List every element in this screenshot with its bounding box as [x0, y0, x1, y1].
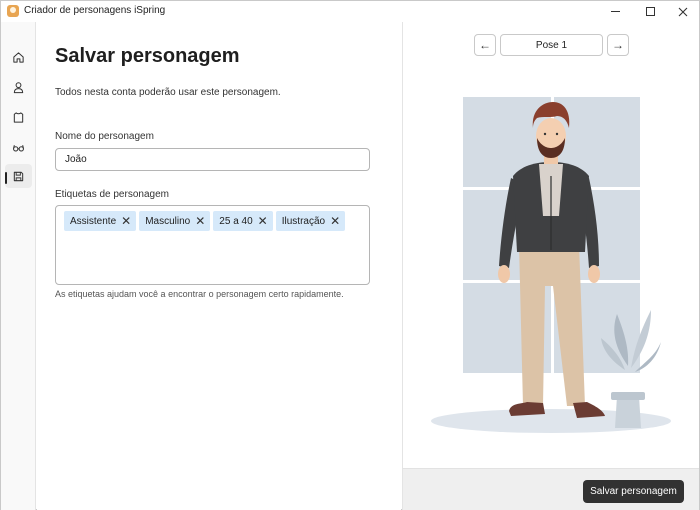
character-illustration: [431, 97, 671, 433]
right-hand: [588, 265, 600, 283]
right-shoe: [573, 402, 605, 418]
close-button[interactable]: [666, 1, 700, 22]
active-indicator: [5, 172, 7, 184]
window-title: Criador de personagens iSpring: [24, 5, 166, 16]
glasses-icon: [13, 144, 24, 152]
sidebar: [1, 22, 36, 510]
page-subtitle: Todos nesta conta poderão usar este pers…: [55, 87, 281, 98]
save-character-form: Salvar personagem Todos nesta conta pode…: [37, 22, 401, 510]
remove-tag-icon[interactable]: ✕: [121, 215, 131, 227]
tag-chip: Masculino ✕: [139, 211, 211, 231]
app-logo-icon: [7, 5, 19, 17]
character-preview-panel: ← Pose 1 →: [402, 22, 699, 468]
user-icon: [13, 81, 24, 93]
previous-pose-button[interactable]: ←: [474, 34, 496, 56]
pose-label: Pose 1: [500, 34, 603, 56]
tag-chip: Ilustração ✕: [275, 211, 346, 231]
sidebar-item-character[interactable]: [5, 75, 32, 99]
home-icon: [13, 51, 24, 63]
arrow-right-icon: →: [612, 38, 624, 52]
sidebar-item-clothing[interactable]: [5, 105, 32, 129]
minimize-icon: [610, 11, 620, 12]
tags-hint: As etiquetas ajudam você a encontrar o p…: [55, 289, 344, 299]
character-tags-input[interactable]: Assistente ✕ Masculino ✕ 25 a 40 ✕ Ilustração ✕: [55, 205, 370, 285]
remove-tag-icon[interactable]: ✕: [258, 215, 268, 227]
remove-tag-icon[interactable]: ✕: [330, 215, 340, 227]
tag-label: 25 a 40: [219, 215, 253, 227]
maximize-button[interactable]: [633, 1, 667, 22]
character-name-input[interactable]: [55, 148, 370, 171]
shirt-icon: [13, 111, 24, 123]
sidebar-item-save[interactable]: [5, 164, 32, 188]
tag-label: Assistente: [70, 215, 117, 227]
save-icon: [13, 171, 24, 181]
sidebar-item-home[interactable]: [5, 45, 32, 69]
tag-label: Masculino: [145, 215, 191, 227]
remove-tag-icon[interactable]: ✕: [195, 215, 205, 227]
tag-chip: 25 a 40 ✕: [213, 211, 273, 231]
save-character-button[interactable]: Salvar personagem: [583, 480, 684, 503]
preview-footer: Salvar personagem: [402, 468, 699, 510]
character-pants: [519, 244, 585, 406]
character-tags-label: Etiquetas de personagem: [55, 189, 169, 200]
close-icon: [678, 7, 688, 16]
left-shoe: [509, 402, 545, 416]
character-name-label: Nome do personagem: [55, 131, 154, 142]
next-pose-button[interactable]: →: [607, 34, 629, 56]
tag-label: Ilustração: [281, 215, 326, 227]
left-hand: [498, 265, 510, 283]
app-window: Criador de personagens iSpring Salvar pe…: [0, 0, 700, 510]
arrow-left-icon: ←: [479, 38, 491, 52]
tag-chip: Assistente ✕: [64, 211, 137, 231]
page-title: Salvar personagem: [55, 45, 240, 67]
title-bar: Criador de personagens iSpring: [1, 1, 699, 22]
maximize-icon: [645, 7, 655, 16]
minimize-button[interactable]: [598, 1, 632, 22]
sidebar-item-accessories[interactable]: [5, 135, 32, 159]
